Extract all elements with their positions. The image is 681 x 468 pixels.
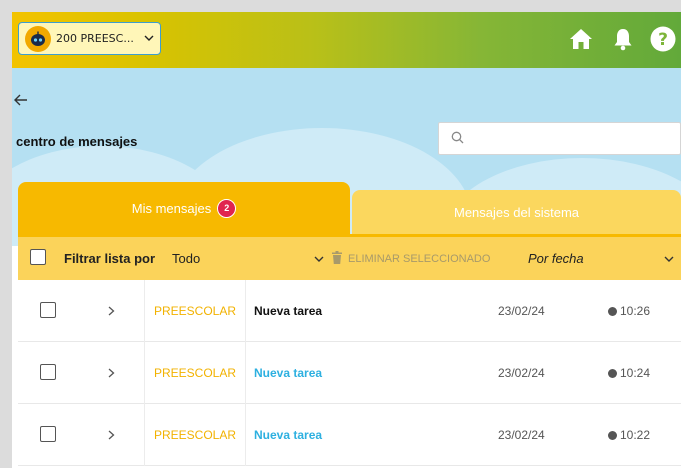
filter-bar: Filtrar lista por Todo ELIMINAR SELECCIO… — [18, 234, 681, 280]
filter-value: Todo — [172, 251, 201, 266]
column-divider — [245, 404, 246, 466]
class-selector-label: 200 PREESC... — [56, 32, 134, 45]
message-date: 23/02/24 — [498, 366, 545, 380]
message-time-value: 10:22 — [620, 428, 651, 442]
expand-chevron-icon[interactable] — [108, 342, 115, 404]
message-subject[interactable]: Nueva tarea — [254, 404, 322, 466]
expand-chevron-icon[interactable] — [108, 404, 115, 466]
message-row[interactable]: PREESCOLAR Nueva tarea 23/02/24 10:24 — [18, 342, 681, 404]
message-time: 10:24 — [608, 342, 650, 404]
search-box[interactable] — [438, 122, 681, 155]
column-divider — [245, 342, 246, 404]
message-category: PREESCOLAR — [154, 428, 237, 442]
message-subject[interactable]: Nueva tarea — [254, 280, 322, 342]
sort-value: Por fecha — [528, 251, 584, 266]
select-all-checkbox[interactable] — [30, 249, 46, 265]
message-date: 23/02/24 — [498, 428, 545, 442]
message-category: PREESCOLAR — [154, 304, 237, 318]
svg-text:?: ? — [658, 30, 668, 50]
clock-icon — [608, 430, 617, 440]
expand-chevron-icon[interactable] — [108, 280, 115, 342]
tab-system-messages[interactable]: Mensajes del sistema — [352, 190, 681, 234]
chevron-down-icon — [314, 251, 324, 266]
message-row[interactable]: PREESCOLAR Nueva tarea 23/02/24 10:22 — [18, 404, 681, 466]
tab-my-messages[interactable]: Mis mensajes 2 — [18, 182, 350, 234]
column-divider — [144, 342, 145, 404]
delete-selected-label: ELIMINAR SELECCIONADO — [348, 252, 491, 265]
unread-count-badge: 2 — [217, 198, 237, 218]
message-subject[interactable]: Nueva tarea — [254, 342, 322, 404]
delete-selected-button[interactable]: ELIMINAR SELECCIONADO — [332, 250, 491, 267]
message-time: 10:22 — [608, 404, 650, 466]
clock-icon — [608, 368, 617, 378]
row-checkbox[interactable] — [40, 302, 56, 318]
column-divider — [144, 280, 145, 342]
message-time-value: 10:24 — [620, 366, 651, 380]
page-title: centro de mensajes — [16, 134, 138, 149]
row-checkbox[interactable] — [40, 426, 56, 442]
message-time: 10:26 — [608, 280, 650, 342]
help-icon[interactable]: ? — [650, 26, 676, 52]
message-row[interactable]: PREESCOLAR Nueva tarea 23/02/24 10:26 — [18, 280, 681, 342]
bell-icon[interactable] — [610, 26, 636, 52]
top-bar: 200 PREESC... ? — [12, 12, 681, 68]
search-icon — [451, 129, 464, 148]
row-checkbox[interactable] — [40, 364, 56, 380]
home-icon[interactable] — [568, 26, 594, 52]
filter-dropdown[interactable]: Todo — [172, 239, 324, 279]
search-input[interactable] — [474, 131, 654, 146]
column-divider — [144, 404, 145, 466]
message-date: 23/02/24 — [498, 304, 545, 318]
chevron-down-icon — [144, 32, 154, 45]
sort-dropdown[interactable]: Por fecha — [528, 239, 674, 279]
tab-my-messages-label: Mis mensajes — [131, 200, 212, 216]
chevron-down-icon — [664, 251, 674, 266]
clock-icon — [608, 306, 617, 316]
class-selector[interactable]: 200 PREESC... — [18, 22, 161, 55]
robot-avatar-icon — [25, 25, 51, 52]
back-arrow-icon[interactable] — [14, 90, 28, 111]
app-frame: 200 PREESC... ? centro de mensajes Mis m… — [12, 12, 681, 468]
filter-label: Filtrar lista por — [64, 251, 156, 266]
message-category: PREESCOLAR — [154, 366, 237, 380]
message-time-value: 10:26 — [620, 304, 651, 318]
tab-system-messages-label: Mensajes del sistema — [454, 204, 579, 220]
trash-icon — [332, 250, 342, 267]
column-divider — [245, 280, 246, 342]
